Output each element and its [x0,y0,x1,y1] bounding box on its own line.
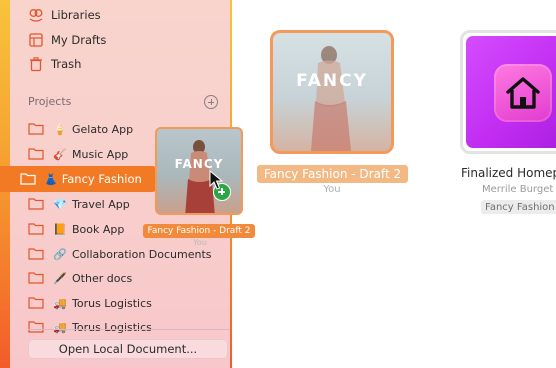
folder-icon [28,294,44,313]
person-silhouette [311,46,351,151]
folder-icon [28,120,44,139]
folder-icon [20,170,36,189]
document-thumbnail-finalized-homepage[interactable] [460,30,556,154]
folder-icon [28,245,44,264]
project-label: Book App [72,222,125,236]
project-label: Fancy Fashion [61,172,142,186]
trash-icon [28,56,44,72]
drafts-icon [28,32,44,48]
sidebar-item-my-drafts[interactable]: My Drafts [28,29,106,51]
project-emoji: 🚚 [53,320,67,334]
sidebar-project-travel-app[interactable]: 💎 Travel App [28,192,130,216]
sidebar-item-label: Libraries [51,8,101,22]
project-emoji: 🔗 [53,247,67,261]
home-icon [494,64,552,122]
thumbnail-title: FANCY [296,71,368,91]
sidebar-project-other-docs[interactable]: 🖋️ Other docs [28,266,132,290]
document-thumbnail-fancy-fashion[interactable]: FANCY [270,30,394,154]
sidebar-item-label: My Drafts [51,33,107,47]
folder-icon [28,220,44,239]
sidebar-project-music-app[interactable]: 🎸 Music App [28,142,128,166]
sidebar-project-book-app[interactable]: 📙 Book App [28,217,124,241]
project-label: Travel App [72,197,130,211]
folder-icon [28,318,44,337]
sidebar-item-libraries[interactable]: Libraries [28,4,101,26]
project-emoji: 🚚 [53,296,67,310]
library-icon [28,7,44,23]
project-label: Other docs [72,271,133,285]
pointer-cursor-icon [209,169,224,194]
sidebar-project-torus-logistics[interactable]: 🚚 Torus Logistics [28,291,152,315]
project-emoji: 🍦 [53,122,67,136]
document-author: Merrile Burget [482,184,554,195]
project-emoji: 💎 [53,197,67,211]
project-label: Torus Logistics [72,320,152,334]
sidebar-project-torus-logistics-2[interactable]: 🚚 Torus Logistics [28,315,152,339]
project-emoji: 🖋️ [53,271,67,285]
sidebar-divider [28,329,230,330]
folder-icon [28,195,44,214]
drag-ghost-thumbnail: FANCY [155,127,243,215]
project-emoji: 👗 [44,172,58,186]
project-label: Gelato App [72,122,134,136]
thumbnail-title: FANCY [174,157,224,171]
drag-ghost-author: You [193,238,207,247]
sidebar-item-trash[interactable]: Trash [28,53,81,75]
sidebar-item-label: Trash [51,57,82,71]
project-emoji: 🎸 [53,147,67,161]
folder-icon [28,145,44,164]
document-project-badge: Fancy Fashion [481,200,556,214]
project-emoji: 📙 [53,222,67,236]
project-label: Music App [72,147,129,161]
document-title[interactable]: Finalized Homep [461,166,556,180]
open-local-document-button[interactable]: Open Local Document... [28,339,228,359]
project-label: Collaboration Documents [72,247,212,261]
project-label: Torus Logistics [72,296,152,310]
projects-section-title: Projects [28,95,72,108]
add-project-icon[interactable] [204,95,218,109]
person-silhouette [185,140,215,213]
drag-ghost-label: Fancy Fashion - Draft 2 [143,224,255,238]
sidebar-project-fancy-fashion[interactable]: 👗 Fancy Fashion [0,166,158,192]
document-author: You [323,184,341,195]
folder-icon [28,269,44,288]
sidebar-project-gelato-app[interactable]: 🍦 Gelato App [28,117,133,141]
document-title[interactable]: Fancy Fashion - Draft 2 [257,165,408,183]
